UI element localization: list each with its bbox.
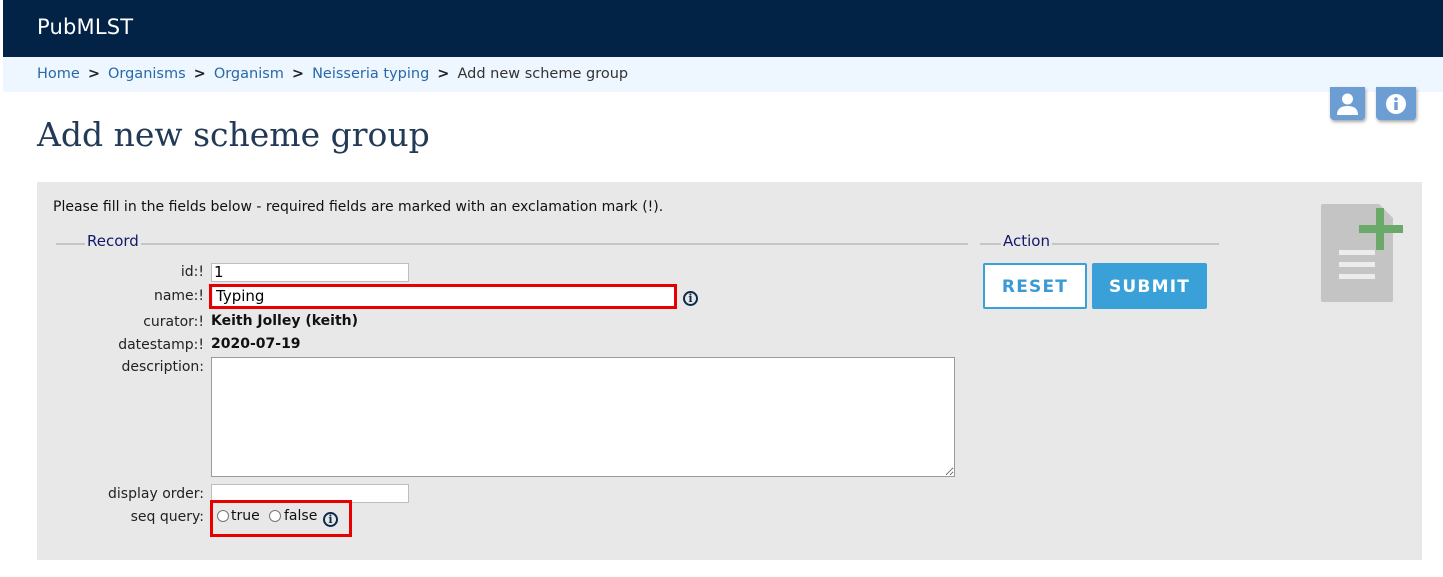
breadcrumb-organisms[interactable]: Organisms xyxy=(108,66,186,82)
breadcrumb-separator: > xyxy=(291,66,305,82)
description-label: description: xyxy=(121,359,204,375)
description-textarea[interactable] xyxy=(211,357,955,477)
name-label: name:! xyxy=(153,288,204,304)
breadcrumb-bar: Home > Organisms > Organism > Neisseria typing… xyxy=(3,57,1443,92)
page-title: Add new scheme group xyxy=(37,115,430,154)
add-document-icon xyxy=(1321,204,1403,302)
seq-query-false-radio[interactable] xyxy=(269,510,281,522)
datestamp-label: datestamp:! xyxy=(118,337,204,353)
id-field[interactable]: 1 xyxy=(211,263,409,282)
page: PubMLST Home > Organisms > Organism > Neisseri… xyxy=(3,0,1443,577)
datestamp-value: 2020-07-19 xyxy=(211,336,301,352)
breadcrumb-separator: > xyxy=(87,66,100,82)
info-button[interactable] xyxy=(1376,87,1416,120)
record-legend: Record xyxy=(85,232,141,250)
seq-query-false-label[interactable]: false xyxy=(284,508,317,524)
info-circle-icon[interactable]: i xyxy=(683,291,698,306)
breadcrumb-separator: > xyxy=(193,66,206,82)
record-fieldset-border xyxy=(56,243,968,245)
seq-query-true-radio[interactable] xyxy=(217,510,229,522)
breadcrumb: Home > Organisms > Organism > Neisseria typing… xyxy=(37,66,628,82)
breadcrumb-neisseria-typing[interactable]: Neisseria typing xyxy=(312,66,429,82)
site-header: PubMLST xyxy=(3,0,1443,57)
seq-query-true-label[interactable]: true xyxy=(231,508,260,524)
reset-button[interactable]: RESET xyxy=(983,263,1087,309)
site-title[interactable]: PubMLST xyxy=(37,15,133,39)
form-instructions: Please fill in the fields below - requir… xyxy=(53,199,664,215)
submit-button[interactable]: SUBMIT xyxy=(1092,263,1207,309)
action-legend: Action xyxy=(1001,232,1052,250)
breadcrumb-home[interactable]: Home xyxy=(37,66,80,82)
seq-query-label: seq query: xyxy=(130,509,204,525)
user-button[interactable] xyxy=(1330,87,1365,120)
name-field-highlight xyxy=(209,284,677,309)
user-icon xyxy=(1337,93,1358,115)
form-panel: Please fill in the fields below - requir… xyxy=(37,182,1422,560)
info-icon xyxy=(1386,94,1406,114)
breadcrumb-separator: > xyxy=(437,66,450,82)
display-order-label: display order: xyxy=(108,486,204,502)
breadcrumb-organism[interactable]: Organism xyxy=(214,66,284,82)
info-circle-icon[interactable]: i xyxy=(323,512,338,527)
curator-value: Keith Jolley (keith) xyxy=(211,313,359,329)
id-label: id:! xyxy=(180,264,204,280)
breadcrumb-current: Add new scheme group xyxy=(457,66,629,82)
curator-label: curator:! xyxy=(143,314,204,330)
